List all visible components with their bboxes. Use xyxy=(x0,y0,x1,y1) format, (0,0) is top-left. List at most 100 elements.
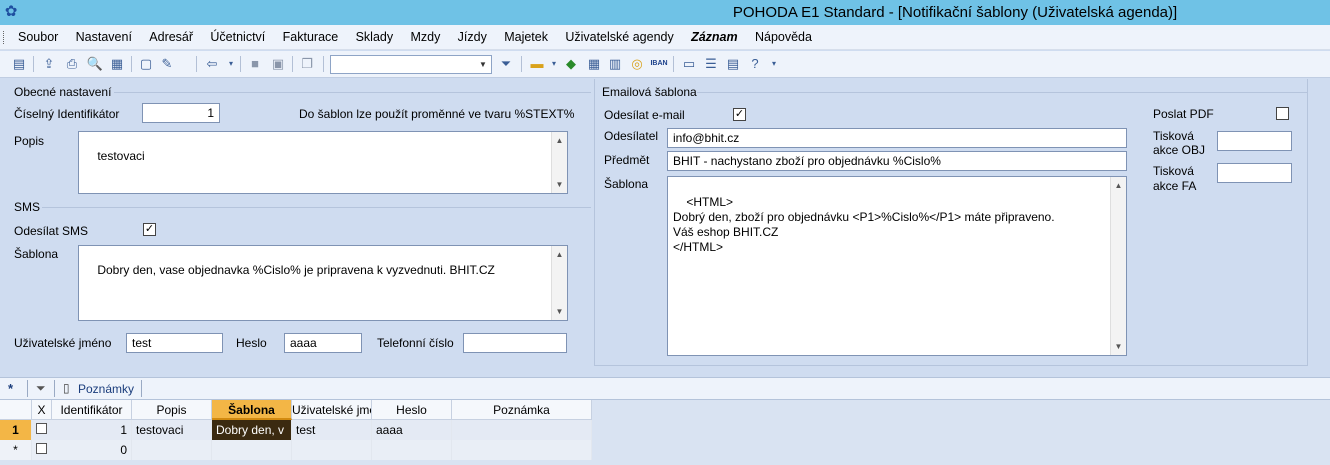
description-value: testovaci xyxy=(97,149,145,163)
back-dropdown-icon[interactable]: ▾ xyxy=(222,55,240,73)
all-records-tab[interactable]: * xyxy=(8,381,13,396)
column-header-poznamka[interactable]: Poznámka xyxy=(452,400,592,420)
sender-field[interactable]: info@bhit.cz xyxy=(667,128,1127,148)
send-sms-checkbox[interactable]: ✓ xyxy=(143,223,156,236)
cell-popis[interactable] xyxy=(132,440,212,460)
print-obj-label-line1: Tisková xyxy=(1153,129,1194,143)
folder-dropdown-icon[interactable]: ▾ xyxy=(545,55,563,73)
cell-sablona-active[interactable]: Dobry den, v xyxy=(212,420,292,440)
cell-popis[interactable]: testovaci xyxy=(132,420,212,440)
filter-icon[interactable]: ⏷ xyxy=(36,381,46,396)
row-checkbox[interactable] xyxy=(36,443,47,454)
send-pdf-checkbox[interactable] xyxy=(1276,107,1289,120)
column-header-uzivatelske-jmeno[interactable]: Uživatelské jmé xyxy=(292,400,372,420)
folder-icon[interactable]: ▬ xyxy=(528,55,546,73)
row-marker-new[interactable]: * xyxy=(0,440,32,460)
agenda-icon[interactable]: ▤ xyxy=(10,55,28,73)
menu-ucetnictvi[interactable]: Účetnictví xyxy=(210,30,265,44)
menu-adresar[interactable]: Adresář xyxy=(149,30,193,44)
menu-sklady[interactable]: Sklady xyxy=(356,30,394,44)
scroll-up-icon[interactable]: ▲ xyxy=(1111,178,1126,193)
cell-uzivatelske-jmeno[interactable]: test xyxy=(292,420,372,440)
cell-uzivatelske-jmeno[interactable] xyxy=(292,440,372,460)
sms-group-title: SMS xyxy=(14,200,41,214)
menu-fakturace[interactable]: Fakturace xyxy=(283,30,339,44)
id-field[interactable]: 1 xyxy=(142,103,220,123)
help-dropdown-icon[interactable]: ▾ xyxy=(765,55,783,73)
coins-icon[interactable]: ◎ xyxy=(628,55,646,73)
left-panel: Obecné nastavení Číselný Identifikátor 1… xyxy=(4,79,591,366)
scroll-down-icon[interactable]: ▼ xyxy=(1111,339,1126,354)
cell-heslo[interactable]: aaaa xyxy=(372,420,452,440)
new-record-icon[interactable]: ▢ xyxy=(137,55,155,73)
sms-template-textarea[interactable]: Dobry den, vase objednavka %Cislo% je pr… xyxy=(78,245,568,321)
menu-majetek[interactable]: Majetek xyxy=(504,30,548,44)
phone-field[interactable] xyxy=(463,333,567,353)
notes-tab[interactable]: Poznámky xyxy=(78,382,134,396)
row-checkbox[interactable] xyxy=(36,423,47,434)
print-obj-field[interactable] xyxy=(1217,131,1292,151)
menu-mzdy[interactable]: Mzdy xyxy=(410,30,440,44)
menu-jizdy[interactable]: Jízdy xyxy=(458,30,487,44)
save-all-icon[interactable]: ▣ xyxy=(269,55,287,73)
list-icon[interactable]: ☰ xyxy=(702,55,720,73)
description-textarea[interactable]: testovaci ▲ ▼ xyxy=(78,131,568,194)
password-field[interactable]: aaaa xyxy=(284,333,362,353)
edit-icon[interactable]: ✎ xyxy=(158,55,176,73)
sms-template-label: Šablona xyxy=(14,247,59,261)
scroll-up-icon[interactable]: ▲ xyxy=(552,247,567,262)
calendar-icon[interactable]: ▥ xyxy=(606,55,624,73)
copy-icon[interactable]: ❐ xyxy=(298,55,316,73)
column-header-popis[interactable]: Popis xyxy=(132,400,212,420)
email-template-textarea[interactable]: <HTML> Dobrý den, zboží pro objednávku <… xyxy=(667,176,1127,356)
toolbar-separator xyxy=(673,56,674,72)
menu-uzivatelske-agendy[interactable]: Uživatelské agendy xyxy=(565,30,673,44)
quick-search-combo[interactable]: ▼ xyxy=(330,55,492,74)
send-pdf-label: Poslat PDF xyxy=(1153,107,1214,121)
subject-field[interactable]: BHIT - nachystano zboží pro objednávku %… xyxy=(667,151,1127,171)
column-header-x[interactable]: X xyxy=(32,400,52,420)
column-header-heslo[interactable]: Heslo xyxy=(372,400,452,420)
save-icon[interactable]: ■ xyxy=(246,55,264,73)
menu-zaznam[interactable]: Záznam xyxy=(691,30,738,44)
tab-separator xyxy=(54,380,55,397)
email-template-value: <HTML> Dobrý den, zboží pro objednávku <… xyxy=(673,195,1055,254)
iban-icon[interactable]: IBAN xyxy=(650,55,668,73)
menu-nastaveni[interactable]: Nastavení xyxy=(76,30,132,44)
back-icon[interactable]: ⇦ xyxy=(203,55,221,73)
message-icon[interactable]: ▭ xyxy=(680,55,698,73)
column-header-sablona[interactable]: Šablona xyxy=(212,400,292,420)
cell-poznamka[interactable] xyxy=(452,440,592,460)
cell-identifikator[interactable]: 1 xyxy=(52,420,132,440)
cell-heslo[interactable] xyxy=(372,440,452,460)
email-template-scrollbar[interactable]: ▲ ▼ xyxy=(1110,177,1126,355)
column-header-identifikator[interactable]: Identifikátor xyxy=(52,400,132,420)
cell-sablona[interactable] xyxy=(212,440,292,460)
scroll-up-icon[interactable]: ▲ xyxy=(552,133,567,148)
export-icon[interactable]: ⇪ xyxy=(40,55,58,73)
print-fa-field[interactable] xyxy=(1217,163,1292,183)
help-icon[interactable]: ? xyxy=(746,55,764,73)
description-scrollbar[interactable]: ▲ ▼ xyxy=(551,132,567,193)
scroll-down-icon[interactable]: ▼ xyxy=(552,177,567,192)
print-preview-icon[interactable]: 🔍 xyxy=(86,55,104,73)
username-field[interactable]: test xyxy=(126,333,223,353)
toolbar-separator xyxy=(292,56,293,72)
menu-napoveda[interactable]: Nápověda xyxy=(755,30,812,44)
cell-poznamka[interactable] xyxy=(452,420,592,440)
calculator-icon[interactable]: ▦ xyxy=(585,55,603,73)
cell-identifikator[interactable]: 0 xyxy=(52,440,132,460)
password-label: Heslo xyxy=(236,336,267,350)
sms-template-scrollbar[interactable]: ▲ ▼ xyxy=(551,246,567,320)
chevron-down-icon[interactable]: ▼ xyxy=(476,57,490,72)
money-icon[interactable]: ◆ xyxy=(562,55,580,73)
row-marker[interactable]: 1 xyxy=(0,420,32,440)
report-icon[interactable]: ▦ xyxy=(108,55,126,73)
scroll-down-icon[interactable]: ▼ xyxy=(552,304,567,319)
general-group-line xyxy=(114,92,591,93)
send-email-checkbox[interactable]: ✓ xyxy=(733,108,746,121)
filter-icon[interactable]: ⏷ xyxy=(497,55,515,73)
document-icon[interactable]: ▤ xyxy=(724,55,742,73)
menu-soubor[interactable]: Soubor xyxy=(18,30,58,44)
print-icon[interactable]: ⎙ xyxy=(63,55,81,73)
